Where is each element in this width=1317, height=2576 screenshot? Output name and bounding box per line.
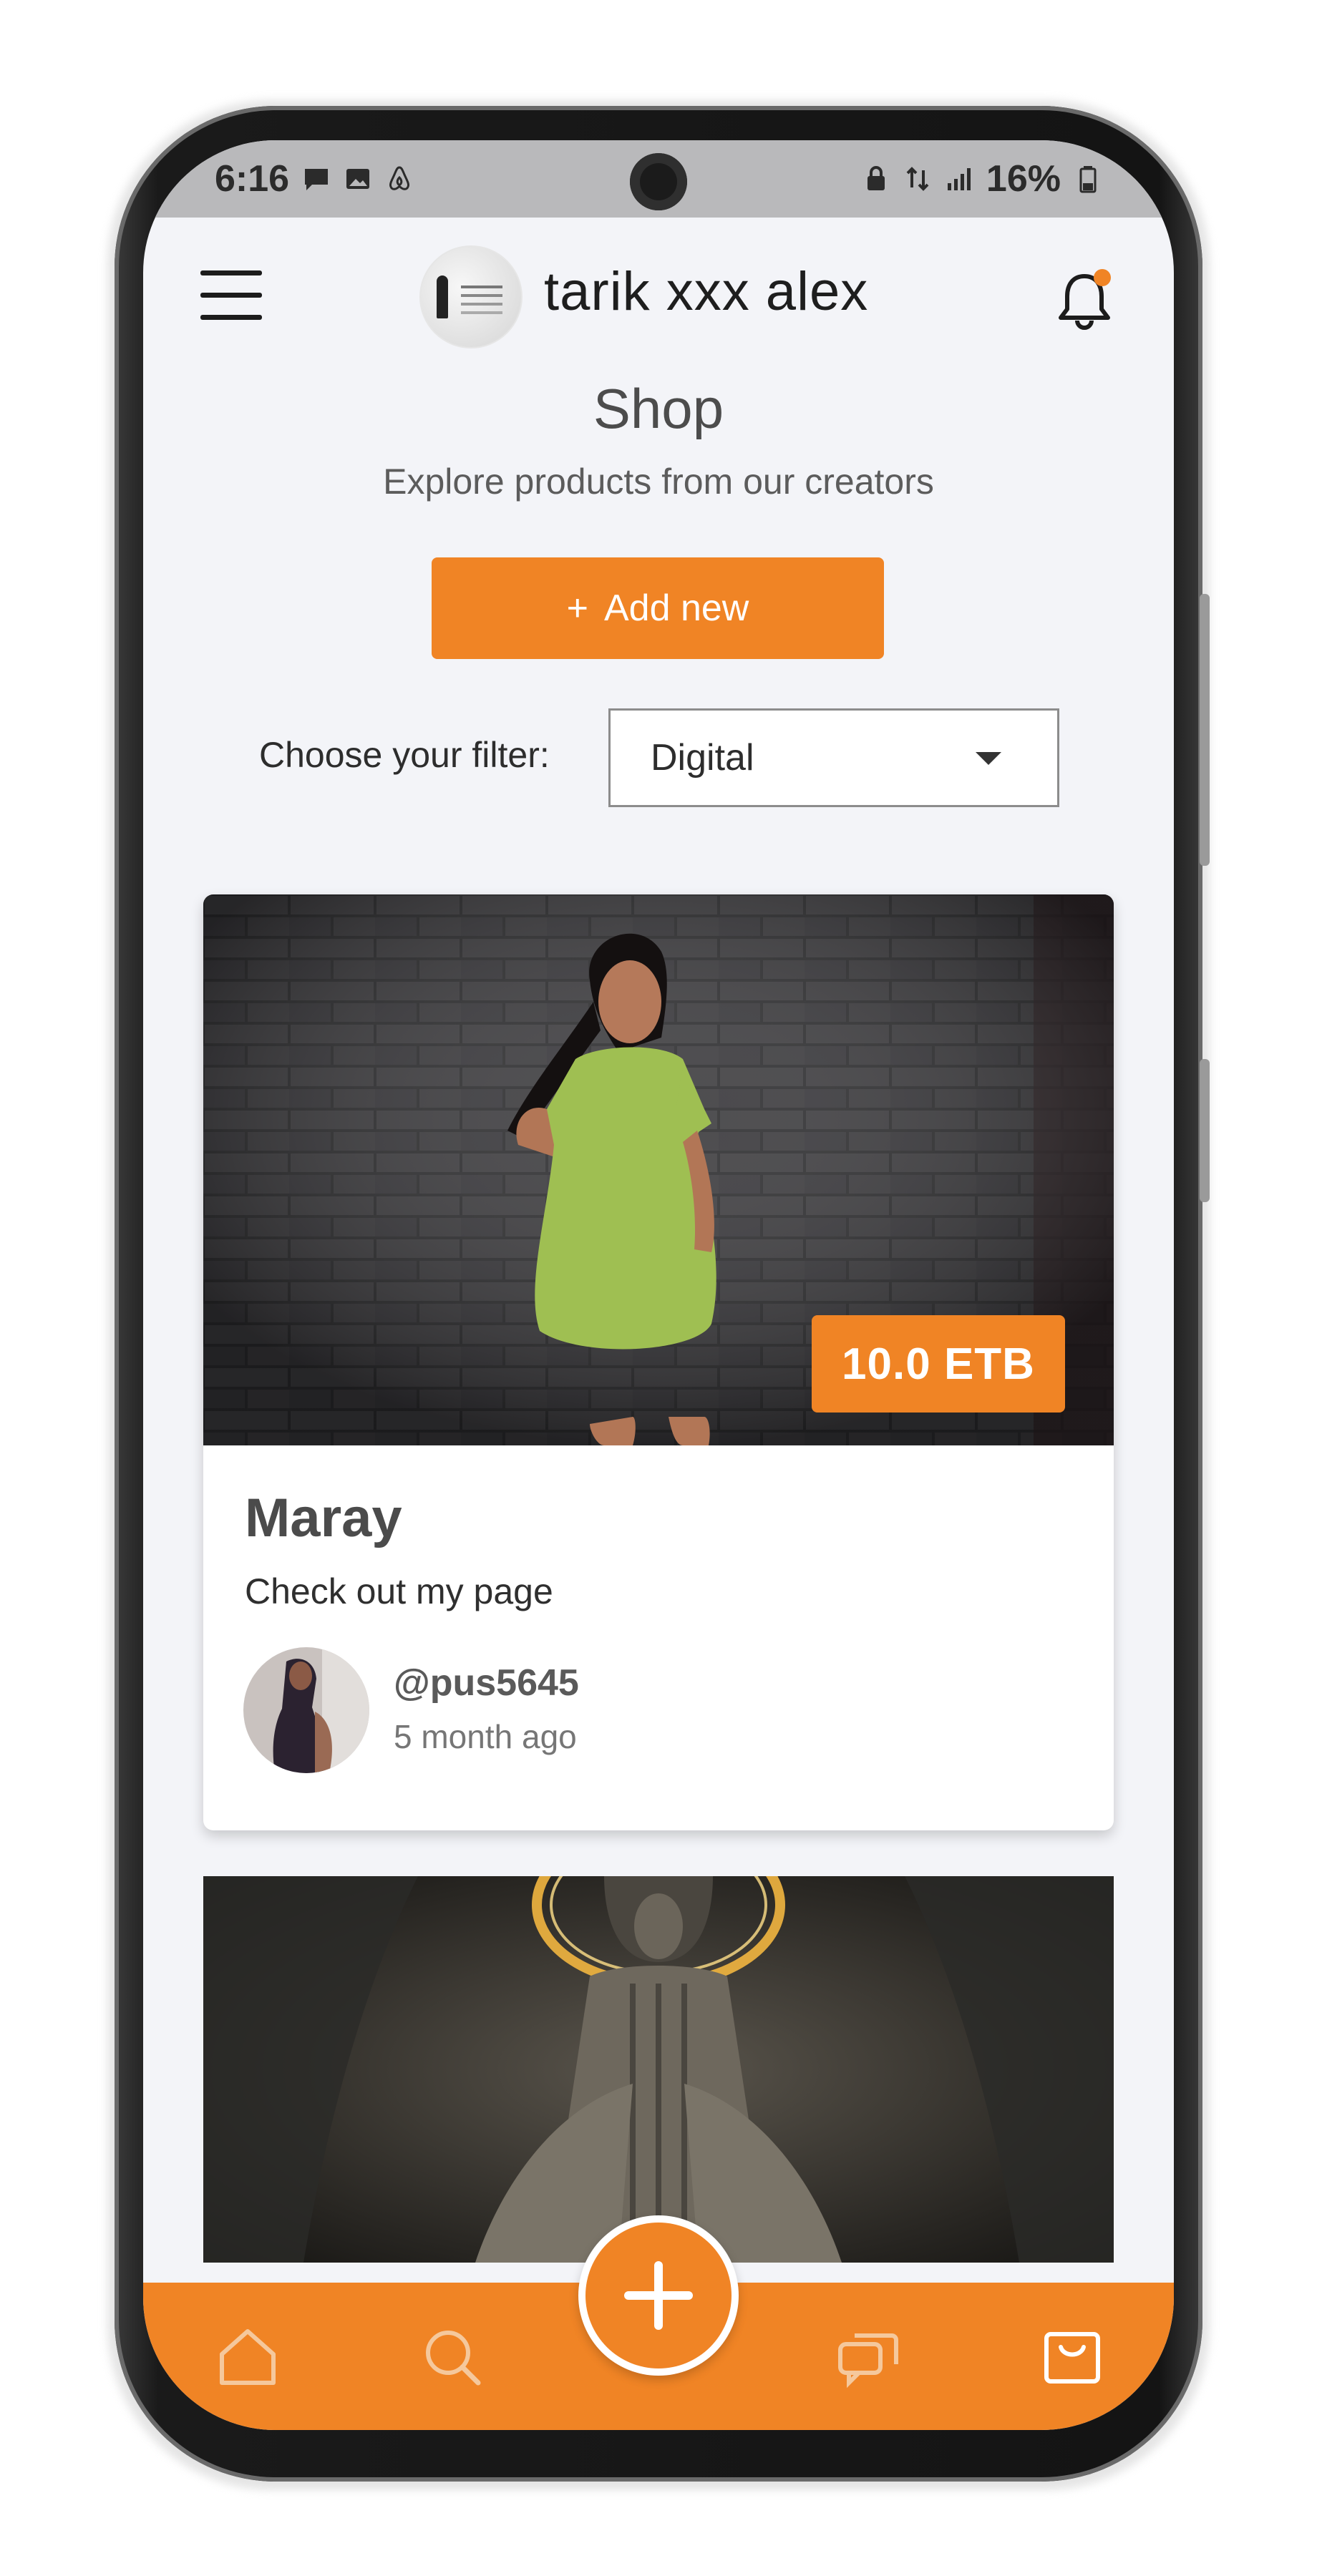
- volume-button: [1200, 594, 1210, 866]
- shopping-bag-icon[interactable]: [1038, 2323, 1107, 2391]
- price-tag: 10.0 ETB: [812, 1315, 1065, 1413]
- seller-handle[interactable]: @pus5645: [394, 1662, 579, 1704]
- seller-avatar-photo: [243, 1647, 369, 1773]
- user-name: tarik xxx alex: [544, 261, 869, 322]
- gallery-icon: [346, 169, 370, 189]
- product-image: [203, 1876, 1114, 2263]
- airbnb-icon: [389, 166, 410, 190]
- page-subtitle: Explore products from our creators: [383, 462, 934, 502]
- status-left: 6:16: [215, 157, 414, 200]
- seller-avatar[interactable]: [243, 1647, 369, 1773]
- menu-line: [200, 293, 262, 298]
- post-time: 5 month ago: [394, 1718, 577, 1755]
- status-bar: 6:16 16%: [143, 140, 1174, 218]
- user-avatar[interactable]: [419, 245, 523, 348]
- plus-icon: +: [566, 587, 588, 629]
- product-description: Check out my page: [245, 1571, 553, 1611]
- lock-icon: [867, 166, 885, 190]
- product-title: Maray: [245, 1488, 402, 1548]
- menu-line: [200, 270, 262, 275]
- product-card[interactable]: 10.0 ETB Maray Check out my page @pus564…: [203, 894, 1114, 1830]
- notification-bell-icon[interactable]: [1052, 269, 1117, 333]
- data-arrows-icon: [906, 167, 929, 191]
- add-icon: [624, 2261, 693, 2330]
- filter-dropdown[interactable]: Digital: [608, 708, 1059, 807]
- power-button: [1200, 1059, 1210, 1202]
- message-icon: [305, 169, 329, 190]
- add-post-button[interactable]: [585, 2223, 732, 2368]
- chevron-down-icon: [976, 752, 1001, 765]
- notification-dot: [1094, 269, 1111, 286]
- menu-icon[interactable]: [200, 270, 262, 321]
- page-title: Shop: [593, 377, 724, 440]
- add-new-label: Add new: [604, 587, 749, 629]
- menu-line: [200, 315, 262, 320]
- signal-icon: [947, 168, 971, 190]
- status-time: 6:16: [215, 158, 290, 200]
- filter-value: Digital: [651, 737, 754, 779]
- product-card[interactable]: [203, 1876, 1114, 2263]
- front-camera: [630, 153, 687, 210]
- battery-percent: 16%: [986, 158, 1061, 200]
- app-screen: 6:16 16% tarik xxx alex Shop Explore pro…: [143, 140, 1174, 2430]
- add-new-button[interactable]: + Add new: [432, 557, 884, 659]
- avatar-text: [461, 286, 502, 288]
- filter-label: Choose your filter:: [259, 735, 550, 775]
- battery-icon: [1079, 166, 1097, 193]
- search-icon[interactable]: [418, 2323, 487, 2391]
- product-image: 10.0 ETB: [203, 894, 1114, 1445]
- home-icon[interactable]: [213, 2323, 282, 2391]
- avatar-figure: [437, 275, 448, 318]
- status-right: 16%: [862, 157, 1102, 200]
- chat-icon[interactable]: [833, 2323, 902, 2391]
